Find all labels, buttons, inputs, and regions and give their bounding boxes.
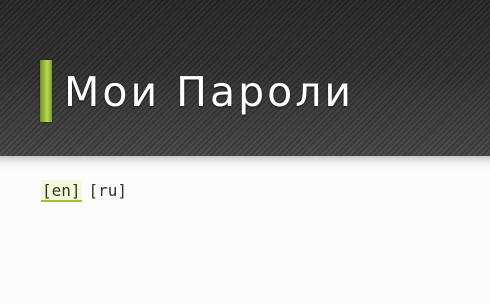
language-link-ru[interactable]: [ru]	[88, 180, 129, 202]
accent-bar	[40, 60, 52, 122]
language-link-en[interactable]: [en]	[41, 180, 82, 202]
page: Мои Пароли [en] [ru]	[0, 0, 490, 304]
header: Мои Пароли	[0, 0, 490, 156]
header-shadow	[0, 156, 490, 170]
language-switcher: [en] [ru]	[41, 180, 128, 202]
site-title: Мои Пароли	[64, 68, 355, 116]
